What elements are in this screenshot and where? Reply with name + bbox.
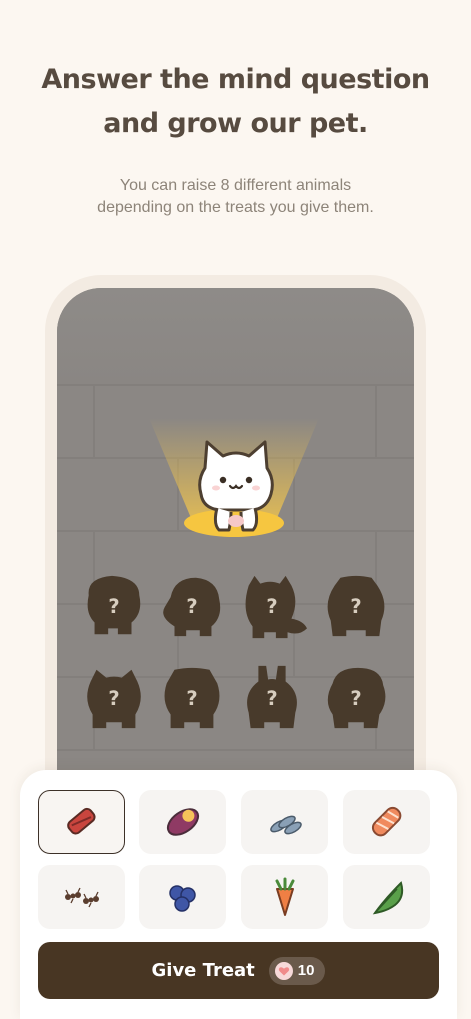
unknown-mark: ? <box>108 595 119 618</box>
treat-option[interactable] <box>139 865 226 929</box>
treat-option[interactable] <box>38 790 125 854</box>
blueberries-icon <box>168 885 196 912</box>
title-line-2: and grow our pet. <box>103 108 368 139</box>
give-treat-label: Give Treat <box>151 960 255 981</box>
unknown-mark: ? <box>350 595 361 618</box>
jerky-icon <box>66 807 96 835</box>
locked-pet-slot: ? <box>321 571 391 641</box>
treat-option[interactable] <box>241 865 328 929</box>
unknown-mark: ? <box>350 687 361 710</box>
sweet-potato-icon <box>166 808 199 836</box>
unknown-mark: ? <box>186 687 197 710</box>
hamster-silhouette: ? <box>327 575 385 637</box>
squirrel-silhouette: ? <box>245 575 307 639</box>
chick-silhouette: ? <box>163 577 221 637</box>
locked-pet-slot: ? <box>321 663 391 733</box>
unknown-mark: ? <box>266 595 277 618</box>
subtitle-line-2: depending on the treats you give them. <box>97 199 374 216</box>
locked-pet-slot: ? <box>237 663 307 733</box>
give-treat-button[interactable]: Give Treat 10 <box>38 942 439 999</box>
treat-cost: 10 <box>297 962 315 979</box>
salmon-icon <box>371 806 401 837</box>
duck-silhouette: ? <box>327 667 386 729</box>
rabbit-silhouette: ? <box>247 665 297 729</box>
carrot-icon <box>275 877 294 916</box>
unknown-mark: ? <box>266 687 277 710</box>
treat-option[interactable] <box>38 865 125 929</box>
subtitle-line-1: You can raise 8 different animals <box>119 177 352 194</box>
treat-option[interactable] <box>343 865 430 929</box>
cat-silhouette: ? <box>87 669 141 729</box>
treat-option[interactable] <box>241 790 328 854</box>
unknown-mark: ? <box>108 687 119 710</box>
dog-silhouette: ? <box>164 667 220 729</box>
cost-badge: 10 <box>268 956 326 985</box>
pet-room: ???????? <box>57 288 414 808</box>
page-subtitle: You can raise 8 different animals depend… <box>0 175 471 219</box>
title-line-1: Answer the mind question <box>41 64 430 95</box>
locked-pet-slot: ? <box>79 663 149 733</box>
treat-option[interactable] <box>139 790 226 854</box>
heart-icon <box>274 961 293 980</box>
page-title: Answer the mind question and grow our pe… <box>0 58 471 146</box>
bear-silhouette: ? <box>87 575 141 635</box>
treat-option[interactable] <box>343 790 430 854</box>
room-wall-top <box>57 288 414 384</box>
white-cat-pet <box>198 440 274 532</box>
leaf-greens-icon <box>372 881 403 915</box>
locked-pet-slot: ? <box>157 663 227 733</box>
locked-pet-slot: ? <box>157 571 227 641</box>
locked-pet-slot: ? <box>79 571 149 641</box>
fish-icon <box>269 815 302 835</box>
locked-pet-slot: ? <box>237 571 307 641</box>
unknown-mark: ? <box>186 595 197 618</box>
ants-icon <box>64 887 99 908</box>
